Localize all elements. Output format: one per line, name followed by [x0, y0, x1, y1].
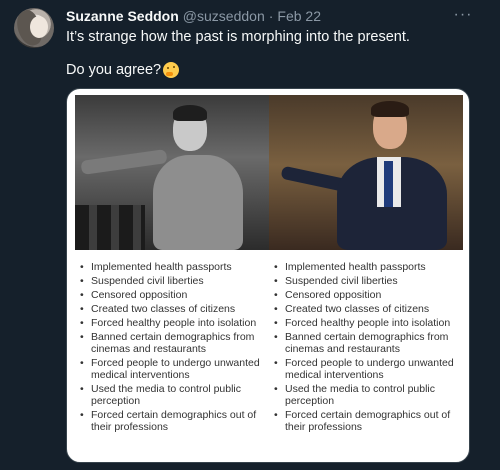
- right-list-item: Forced healthy people into isolation: [273, 317, 463, 329]
- tweet-header: Suzanne Seddon @suzseddon · Feb 22: [66, 8, 321, 26]
- left-list-item: Forced people to undergo unwanted medica…: [79, 357, 269, 381]
- more-options-icon[interactable]: ···: [452, 6, 474, 24]
- crowd-shape: [75, 205, 145, 250]
- pointing-arm-shape: [80, 149, 168, 175]
- left-list: Implemented health passports Suspended c…: [75, 261, 269, 435]
- tweet-date[interactable]: Feb 22: [277, 8, 321, 24]
- left-list-item: Suspended civil liberties: [79, 275, 269, 287]
- left-list-item: Used the media to control public percept…: [79, 383, 269, 407]
- left-list-item: Censored opposition: [79, 289, 269, 301]
- tweet-media-image[interactable]: Implemented health passports Suspended c…: [66, 88, 470, 463]
- user-handle[interactable]: @suzseddon: [183, 8, 265, 24]
- left-list-item: Forced healthy people into isolation: [79, 317, 269, 329]
- comparison-photos: [75, 95, 463, 250]
- comparison-lists: Implemented health passports Suspended c…: [75, 261, 463, 435]
- right-list-item: Implemented health passports: [273, 261, 463, 273]
- tweet-question: Do you agree?: [66, 62, 162, 78]
- right-list-item: Forced people to undergo unwanted medica…: [273, 357, 463, 381]
- right-list-item: Suspended civil liberties: [273, 275, 463, 287]
- right-list-item: Created two classes of citizens: [273, 303, 463, 315]
- figure-tie-shape: [384, 161, 393, 207]
- right-list: Implemented health passports Suspended c…: [269, 261, 463, 435]
- right-list-item: Forced certain demographics out of their…: [273, 409, 463, 433]
- left-photo: [75, 95, 269, 250]
- figure-hair-shape: [173, 105, 207, 121]
- figure-hair-shape: [371, 101, 409, 117]
- separator-dot: ·: [268, 8, 274, 24]
- left-list-item: Forced certain demographics out of their…: [79, 409, 269, 433]
- figure-body-shape: [153, 155, 243, 250]
- tweet-text-line-2: Do you agree?: [66, 62, 180, 78]
- avatar-face: [30, 16, 48, 38]
- avatar[interactable]: [14, 8, 54, 48]
- thinking-face-icon: [163, 62, 180, 78]
- right-list-item: Banned certain demographics from cinemas…: [273, 331, 463, 355]
- display-name[interactable]: Suzanne Seddon: [66, 8, 179, 24]
- right-list-item: Used the media to control public percept…: [273, 383, 463, 407]
- left-list-item: Created two classes of citizens: [79, 303, 269, 315]
- left-list-item: Banned certain demographics from cinemas…: [79, 331, 269, 355]
- right-photo: [269, 95, 463, 250]
- left-list-item: Implemented health passports: [79, 261, 269, 273]
- tweet-text-line-1: It’s strange how the past is morphing in…: [66, 29, 410, 45]
- right-list-item: Censored opposition: [273, 289, 463, 301]
